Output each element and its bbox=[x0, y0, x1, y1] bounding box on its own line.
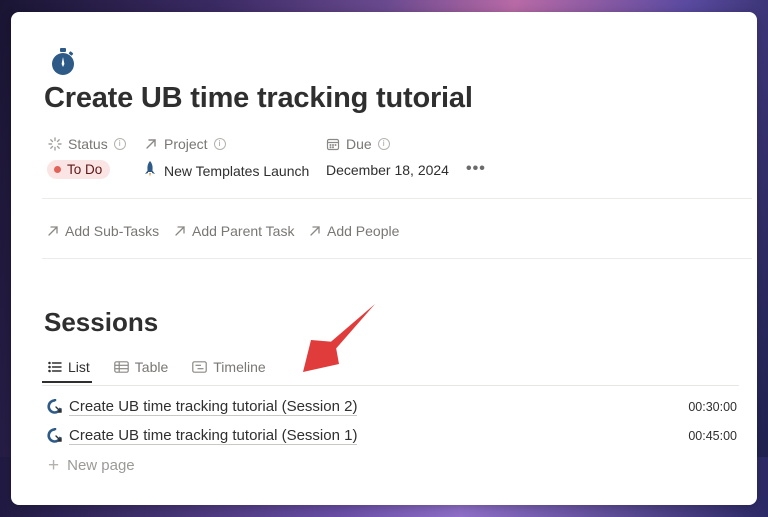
list-item[interactable]: Create UB time tracking tutorial (Sessio… bbox=[47, 398, 737, 416]
property-project-header[interactable]: Project i bbox=[143, 136, 226, 152]
project-label: Project bbox=[164, 136, 208, 152]
relation-arrow-icon bbox=[48, 226, 58, 236]
new-page-button[interactable]: + New page bbox=[48, 454, 135, 476]
property-status-header[interactable]: Status i bbox=[47, 136, 126, 152]
add-parent-task-label: Add Parent Task bbox=[192, 223, 295, 239]
add-people-label: Add People bbox=[327, 223, 400, 239]
tab-list[interactable]: List bbox=[42, 357, 92, 383]
project-value[interactable]: New Templates Launch bbox=[144, 161, 309, 180]
list-icon bbox=[48, 361, 62, 373]
timeline-icon bbox=[192, 361, 208, 373]
property-due-header[interactable]: Due i bbox=[325, 136, 390, 152]
status-value[interactable]: To Do bbox=[47, 160, 111, 179]
session-timer-icon bbox=[47, 399, 62, 414]
add-people-button[interactable]: Add People bbox=[309, 223, 399, 239]
stopwatch-icon[interactable] bbox=[49, 47, 77, 77]
add-parent-task-button[interactable]: Add Parent Task bbox=[174, 223, 294, 239]
relation-arrow-icon bbox=[310, 226, 320, 236]
annotation-arrow bbox=[303, 304, 375, 372]
project-link[interactable]: New Templates Launch bbox=[164, 163, 309, 179]
rocket-icon bbox=[144, 161, 156, 180]
add-sub-tasks-label: Add Sub-Tasks bbox=[65, 223, 160, 239]
list-item[interactable]: Create UB time tracking tutorial (Sessio… bbox=[47, 427, 737, 445]
due-label: Due bbox=[346, 136, 372, 152]
row-duration: 00:45:00 bbox=[688, 429, 737, 443]
tab-timeline-label: Timeline bbox=[213, 359, 266, 375]
row-title[interactable]: Create UB time tracking tutorial (Sessio… bbox=[69, 398, 358, 416]
page-title[interactable]: Create UB time tracking tutorial bbox=[44, 82, 473, 115]
session-timer-icon bbox=[47, 428, 62, 443]
status-dot bbox=[54, 166, 61, 173]
relation-arrow-icon bbox=[143, 137, 158, 152]
view-tabs: List Table Timeline bbox=[42, 357, 268, 383]
status-badge[interactable]: To Do bbox=[47, 160, 111, 179]
plus-icon: + bbox=[48, 454, 60, 476]
info-icon[interactable]: i bbox=[377, 138, 390, 150]
row-duration: 00:30:00 bbox=[688, 400, 737, 414]
add-sub-tasks-button[interactable]: Add Sub-Tasks bbox=[47, 223, 159, 239]
info-icon[interactable]: i bbox=[113, 138, 126, 150]
row-title[interactable]: Create UB time tracking tutorial (Sessio… bbox=[69, 427, 358, 445]
divider bbox=[42, 198, 752, 199]
more-properties-button[interactable]: ••• bbox=[466, 160, 486, 178]
relation-arrow-icon bbox=[175, 226, 185, 236]
divider bbox=[42, 258, 752, 259]
tab-underline bbox=[42, 385, 739, 386]
tab-list-label: List bbox=[68, 359, 90, 375]
tab-table-label: Table bbox=[134, 359, 169, 375]
status-spinner-icon bbox=[47, 137, 62, 152]
table-icon bbox=[113, 361, 129, 373]
info-icon[interactable]: i bbox=[213, 138, 226, 150]
tab-timeline[interactable]: Timeline bbox=[186, 357, 267, 383]
page-card: Create UB time tracking tutorial Status … bbox=[11, 12, 757, 505]
due-value[interactable]: December 18, 2024 bbox=[326, 162, 449, 178]
sessions-heading[interactable]: Sessions bbox=[44, 307, 158, 338]
status-text: To Do bbox=[67, 162, 103, 177]
calendar-icon bbox=[325, 137, 340, 152]
new-page-label: New page bbox=[67, 457, 135, 474]
tab-table[interactable]: Table bbox=[108, 357, 170, 383]
status-label: Status bbox=[68, 136, 108, 152]
